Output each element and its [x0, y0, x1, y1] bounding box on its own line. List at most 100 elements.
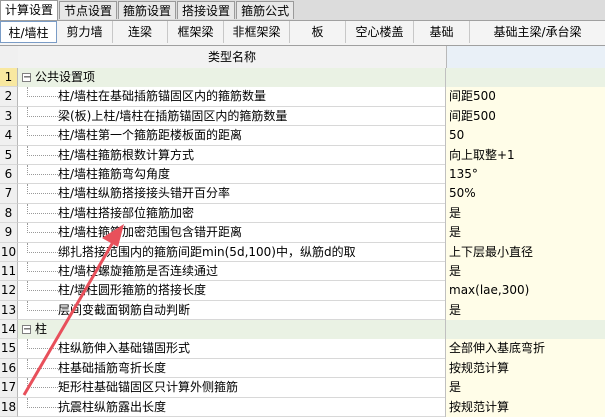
grid-rows: 1− 公共设置项 2 柱/墙柱在基础插筋锚固区内的箍筋数量 间距500 3 梁(板)上柱/墙… — [0, 68, 605, 417]
collapse-toggle-icon[interactable]: − — [22, 73, 31, 83]
table-row[interactable]: 9 柱/墙柱箍筋加密范围包含错开距离 是 — [0, 223, 605, 243]
subtab-foundation-beam[interactable]: 基础主梁/承台梁 — [470, 21, 605, 43]
setting-name-cell: 柱/墙柱搭接部位箍筋加密 — [18, 203, 446, 224]
group-row[interactable]: 14− 柱 — [0, 320, 605, 340]
tree-connector — [27, 87, 58, 98]
setting-value-cell[interactable]: 50% — [446, 184, 605, 204]
setting-value-cell[interactable]: 135° — [446, 164, 605, 185]
table-row[interactable]: 6 柱/墙柱箍筋弯勾角度 135° — [0, 164, 605, 185]
tree-connector — [27, 106, 58, 117]
row-number: 16 — [0, 358, 18, 379]
table-row[interactable]: 10 绑扎搭接范围内的箍筋间距min(5d,100)中，纵筋d的取 上下层最小直径 — [0, 242, 605, 262]
row-number: 17 — [0, 378, 18, 398]
setting-value-cell[interactable]: 是 — [446, 261, 605, 282]
table-row[interactable]: 7 柱/墙柱纵筋搭接接头错开百分率 50% — [0, 184, 605, 204]
setting-value-cell[interactable]: 是 — [446, 203, 605, 224]
table-row[interactable]: 11 柱/墙柱螺旋箍筋是否连续通过 是 — [0, 261, 605, 282]
setting-name-cell: 柱/墙柱箍筋弯勾角度 — [18, 164, 446, 185]
table-row[interactable]: 3 梁(板)上柱/墙柱在插筋锚固区内的箍筋数量 间距500 — [0, 106, 605, 127]
tree-connector — [27, 339, 58, 350]
setting-name-label: 柱 — [35, 322, 48, 337]
subtab-foundation[interactable]: 基础 — [414, 21, 470, 43]
setting-name-label: 公共设置项 — [35, 70, 96, 84]
setting-value-cell[interactable]: 50 — [446, 126, 605, 146]
subtab-coupling-beam[interactable]: 连梁 — [113, 21, 168, 43]
setting-value-cell — [446, 320, 605, 340]
row-number: 4 — [0, 126, 18, 146]
table-row[interactable]: 4 柱/墙柱第一个箍筋距楼板面的距离 50 — [0, 126, 605, 146]
tree-connector — [27, 184, 58, 195]
tree-connector — [27, 145, 58, 156]
setting-name-cell: − 公共设置项 — [18, 68, 446, 88]
table-row[interactable]: 17 矩形柱基础锚固区只计算外侧箍筋 是 — [0, 378, 605, 398]
row-number: 9 — [0, 223, 18, 243]
setting-name-cell: 柱/墙柱纵筋搭接接头错开百分率 — [18, 184, 446, 204]
tab-calc-settings[interactable]: 计算设置 — [0, 0, 59, 20]
setting-value-cell[interactable]: 全部伸入基底弯折 — [446, 339, 605, 359]
collapse-toggle-icon[interactable]: − — [22, 325, 31, 335]
subtab-column[interactable]: 柱/墙柱 — [0, 21, 57, 43]
setting-name-label: 柱纵筋伸入基础锚固形式 — [58, 341, 191, 356]
header-value — [447, 46, 605, 68]
row-number: 5 — [0, 145, 18, 165]
setting-value-cell[interactable]: 是 — [446, 300, 605, 321]
table-row[interactable]: 2 柱/墙柱在基础插筋锚固区内的箍筋数量 间距500 — [0, 87, 605, 107]
setting-name-cell: 矩形柱基础锚固区只计算外侧箍筋 — [18, 378, 446, 398]
tree-connector — [27, 397, 58, 408]
tree-connector — [27, 300, 58, 311]
subtab-hollow-floor[interactable]: 空心楼盖 — [346, 21, 414, 43]
setting-name-label: 绑扎搭接范围内的箍筋间距min(5d,100)中，纵筋d的取 — [58, 244, 356, 259]
subtab-frame-beam[interactable]: 框架梁 — [168, 21, 224, 43]
subtab-non-frame-beam[interactable]: 非框架梁 — [224, 21, 290, 43]
setting-value-cell[interactable]: 是 — [446, 378, 605, 398]
setting-value-cell[interactable]: 按规范计算 — [446, 397, 605, 417]
tree-connector — [27, 126, 58, 137]
table-row[interactable]: 15 柱纵筋伸入基础锚固形式 全部伸入基底弯折 — [0, 339, 605, 359]
table-row[interactable]: 16 柱基础插筋弯折长度 按规范计算 — [0, 358, 605, 379]
setting-value-cell[interactable]: 间距500 — [446, 106, 605, 127]
table-row[interactable]: 12 柱/墙柱圆形箍筋的搭接长度 max(lae,300) — [0, 281, 605, 301]
tree-connector — [27, 378, 58, 389]
tab-stirrup-formula[interactable]: 箍筋公式 — [236, 1, 295, 19]
subtab-slab[interactable]: 板 — [290, 21, 346, 43]
setting-name-cell: − 柱 — [18, 320, 446, 340]
group-row[interactable]: 1− 公共设置项 — [0, 68, 605, 88]
subtab-shear-wall[interactable]: 剪力墙 — [57, 21, 113, 43]
row-number: 2 — [0, 87, 18, 107]
top-tab-bar: 计算设置 节点设置 箍筋设置 搭接设置 箍筋公式 — [0, 0, 605, 21]
row-number: 12 — [0, 281, 18, 301]
tree-connector — [27, 203, 58, 214]
setting-name-label: 柱/墙柱第一个箍筋距楼板面的距离 — [58, 128, 243, 143]
table-row[interactable]: 8 柱/墙柱搭接部位箍筋加密 是 — [0, 203, 605, 224]
sub-tab-bar: 柱/墙柱 剪力墙 连梁 框架梁 非框架梁 板 空心楼盖 基础 基础主梁/承台梁 — [0, 21, 605, 46]
table-row[interactable]: 5 柱/墙柱箍筋根数计算方式 向上取整+1 — [0, 145, 605, 165]
row-number: 11 — [0, 261, 18, 282]
setting-name-label: 柱/墙柱纵筋搭接接头错开百分率 — [58, 186, 231, 201]
row-number: 13 — [0, 300, 18, 321]
setting-name-cell: 抗震柱纵筋露出长度 — [18, 397, 446, 417]
setting-name-cell: 柱纵筋伸入基础锚固形式 — [18, 339, 446, 359]
setting-name-cell: 柱/墙柱在基础插筋锚固区内的箍筋数量 — [18, 87, 446, 107]
setting-value-cell[interactable]: 是 — [446, 223, 605, 243]
row-number: 3 — [0, 106, 18, 127]
setting-value-cell[interactable]: max(lae,300) — [446, 281, 605, 301]
tree-connector — [27, 358, 58, 369]
setting-name-label: 柱/墙柱箍筋弯勾角度 — [58, 166, 171, 181]
setting-name-cell: 绑扎搭接范围内的箍筋间距min(5d,100)中，纵筋d的取 — [18, 242, 446, 262]
tab-node-settings[interactable]: 节点设置 — [59, 1, 118, 19]
setting-value-cell[interactable]: 间距500 — [446, 87, 605, 107]
tab-stirrup-settings[interactable]: 箍筋设置 — [118, 1, 177, 19]
tab-lap-settings[interactable]: 搭接设置 — [177, 1, 236, 19]
setting-name-label: 柱/墙柱箍筋加密范围包含错开距离 — [58, 225, 243, 240]
row-number: 15 — [0, 339, 18, 359]
tree-connector — [27, 261, 58, 272]
row-number: 6 — [0, 164, 18, 185]
setting-value-cell[interactable]: 上下层最小直径 — [446, 242, 605, 262]
setting-value-cell[interactable]: 向上取整+1 — [446, 145, 605, 165]
setting-value-cell[interactable]: 按规范计算 — [446, 358, 605, 379]
setting-name-cell: 梁(板)上柱/墙柱在插筋锚固区内的箍筋数量 — [18, 106, 446, 127]
table-row[interactable]: 13 层间变截面钢筋自动判断 是 — [0, 300, 605, 321]
setting-name-label: 柱/墙柱箍筋根数计算方式 — [58, 147, 195, 162]
table-row[interactable]: 18 抗震柱纵筋露出长度 按规范计算 — [0, 397, 605, 417]
row-number: 14 — [0, 320, 18, 340]
